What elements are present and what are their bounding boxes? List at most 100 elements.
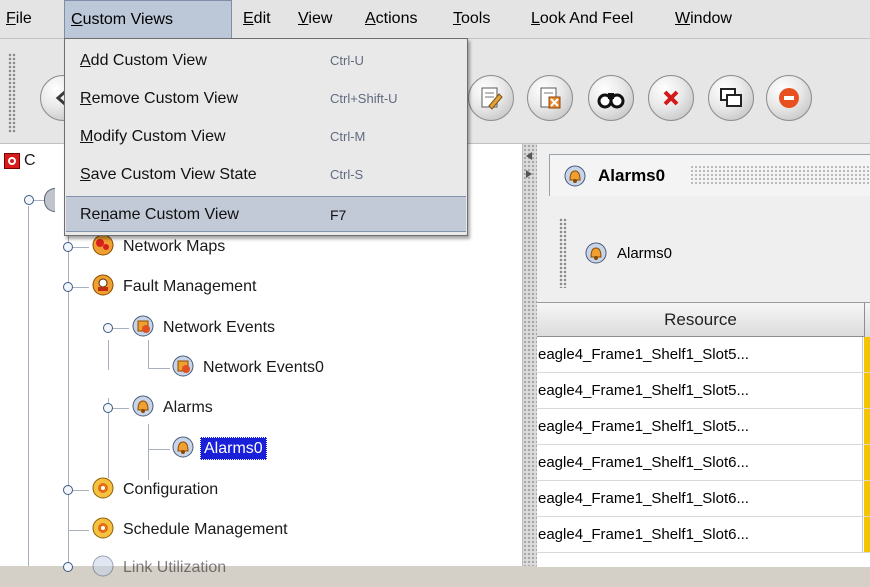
- alarms-panel: Alarms0 Alarms0 Resource eagle4_Frame1_S…: [537, 144, 870, 567]
- menu-window[interactable]: Window: [669, 0, 738, 38]
- tab-drag-area: [690, 165, 870, 185]
- network-events-icon: [132, 315, 154, 337]
- menu-look-and-feel[interactable]: Look And Feel: [525, 0, 639, 38]
- menu-view[interactable]: View: [292, 0, 338, 38]
- menu-bar: File Custom Views Edit View Actions Tool…: [0, 0, 870, 39]
- tree-node-network-maps[interactable]: Network Maps: [92, 233, 228, 261]
- stop-icon: [779, 88, 799, 108]
- tree-connector: [113, 408, 129, 409]
- tree-guide: [28, 206, 29, 566]
- table-row[interactable]: eagle4_Frame1_Shelf1_Slot6...: [537, 445, 870, 481]
- tree-connector: [73, 490, 89, 491]
- menu-custom-views[interactable]: Custom Views: [64, 0, 232, 38]
- red-x-icon: [663, 90, 679, 106]
- table-row[interactable]: eagle4_Frame1_Shelf1_Slot6...: [537, 481, 870, 517]
- tree-connector: [73, 247, 89, 248]
- alarm-bell-icon: [172, 436, 194, 458]
- menu-item-rename-custom-view[interactable]: Rename Custom View F7: [66, 196, 466, 232]
- alarm-bell-icon: [564, 165, 586, 192]
- tree-connector: [113, 328, 129, 329]
- tree-expand-handle[interactable]: [63, 242, 73, 252]
- resource-cell: eagle4_Frame1_Shelf1_Slot5...: [537, 373, 863, 408]
- severity-cell: [864, 337, 870, 372]
- custom-views-menu: Add Custom View Ctrl-U Remove Custom Vie…: [64, 38, 468, 236]
- network-maps-icon: [92, 234, 114, 256]
- tree-node-link-utilization[interactable]: Link Utilization: [92, 554, 229, 582]
- menu-item-remove-custom-view[interactable]: Remove Custom View Ctrl+Shift-U: [66, 81, 466, 117]
- tree-node-alarms0[interactable]: Alarms0: [172, 435, 267, 463]
- tree-connector: [73, 287, 89, 288]
- toolbar-grip[interactable]: [8, 53, 16, 133]
- schedule-icon: [92, 517, 114, 539]
- menu-item-add-custom-view[interactable]: Add Custom View Ctrl-U: [66, 43, 466, 79]
- resource-cell: eagle4_Frame1_Shelf1_Slot5...: [537, 409, 863, 444]
- alarm-bell-icon: [132, 395, 154, 417]
- pane-splitter[interactable]: [522, 144, 538, 566]
- tree-connector: [148, 368, 170, 369]
- stop-button[interactable]: [766, 75, 812, 121]
- menu-tools[interactable]: Tools: [447, 0, 496, 38]
- menu-item-modify-custom-view[interactable]: Modify Custom View Ctrl-M: [66, 119, 466, 155]
- table-row[interactable]: eagle4_Frame1_Shelf1_Slot5...: [537, 373, 870, 409]
- tree-root-label[interactable]: C: [24, 147, 36, 175]
- menu-file[interactable]: File: [0, 0, 38, 38]
- tab-alarms0[interactable]: Alarms0: [549, 154, 870, 196]
- close-button[interactable]: [648, 75, 694, 121]
- table-row[interactable]: eagle4_Frame1_Shelf1_Slot5...: [537, 409, 870, 445]
- edit-document-button[interactable]: [468, 75, 514, 121]
- partial-node-icon: [44, 188, 55, 212]
- tree-node-network-events0[interactable]: Network Events0: [172, 354, 327, 382]
- configuration-icon: [92, 477, 114, 499]
- view-label: Alarms0: [617, 245, 673, 262]
- table-row[interactable]: eagle4_Frame1_Shelf1_Slot6...: [537, 517, 870, 553]
- tree-collapse-handle[interactable]: [103, 323, 113, 333]
- tree-node-schedule-management[interactable]: Schedule Management: [92, 516, 291, 544]
- view-grip[interactable]: [559, 218, 567, 288]
- menu-item-shortcut: F7: [330, 207, 347, 223]
- edit-document-icon: [481, 87, 503, 110]
- tree-collapse-handle[interactable]: [63, 282, 73, 292]
- delete-document-button[interactable]: [527, 75, 573, 121]
- tree-collapse-handle[interactable]: [103, 403, 113, 413]
- column-header-resource[interactable]: Resource: [537, 303, 865, 337]
- network-events-icon: [172, 355, 194, 377]
- tree-expand-handle[interactable]: [24, 195, 34, 205]
- view-header: Alarms0: [559, 216, 870, 292]
- menu-item-label: Rename Custom View: [80, 206, 239, 223]
- tree-node-alarms[interactable]: Alarms: [132, 394, 216, 422]
- new-window-button[interactable]: [708, 75, 754, 121]
- tree-guide: [68, 227, 69, 565]
- tree-expand-handle[interactable]: [63, 562, 73, 572]
- tree-connector: [34, 200, 44, 201]
- menu-item-shortcut: Ctrl-S: [330, 167, 364, 182]
- menu-edit[interactable]: Edit: [237, 0, 277, 38]
- resource-cell: eagle4_Frame1_Shelf1_Slot6...: [537, 481, 863, 516]
- tree-expand-handle[interactable]: [63, 485, 73, 495]
- binoculars-icon: [597, 93, 625, 109]
- resource-cell: eagle4_Frame1_Shelf1_Slot5...: [537, 337, 863, 372]
- tree-guide: [108, 340, 109, 370]
- menu-item-label: Modify Custom View: [80, 128, 226, 145]
- collapse-right-arrow-icon[interactable]: [526, 170, 532, 178]
- tree-guide: [148, 424, 149, 480]
- alarm-bell-icon: [585, 242, 607, 269]
- table-row[interactable]: eagle4_Frame1_Shelf1_Slot5...: [537, 337, 870, 373]
- resource-cell: eagle4_Frame1_Shelf1_Slot6...: [537, 517, 863, 552]
- menu-actions[interactable]: Actions: [359, 0, 423, 38]
- menu-item-shortcut: Ctrl-U: [330, 53, 364, 68]
- menu-item-label: Save Custom View State: [80, 166, 257, 183]
- tree-node-configuration[interactable]: Configuration: [92, 476, 221, 504]
- column-header-next[interactable]: [865, 303, 870, 338]
- find-button[interactable]: [588, 75, 634, 121]
- tree-guide: [148, 340, 149, 368]
- tree-node-fault-management[interactable]: Fault Management: [92, 273, 259, 301]
- tree-connector: [68, 530, 89, 531]
- menu-item-save-custom-view-state[interactable]: Save Custom View State Ctrl-S: [66, 157, 466, 193]
- resource-cell: eagle4_Frame1_Shelf1_Slot6...: [537, 445, 863, 480]
- tree-node-network-events[interactable]: Network Events: [132, 314, 278, 342]
- menu-item-label: Add Custom View: [80, 52, 207, 69]
- collapse-left-arrow-icon[interactable]: [526, 152, 532, 160]
- menu-item-shortcut: Ctrl+Shift-U: [330, 91, 398, 106]
- severity-cell: [864, 373, 870, 408]
- menu-item-label: Remove Custom View: [80, 90, 238, 107]
